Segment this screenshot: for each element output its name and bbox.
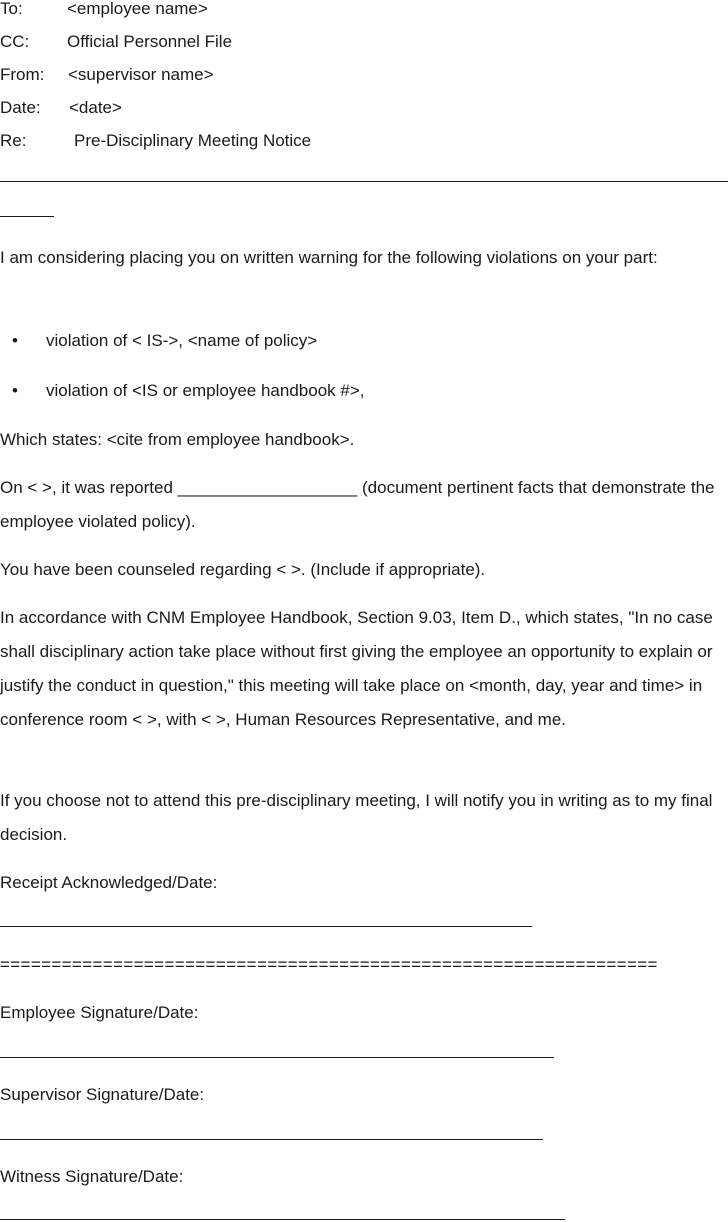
- date-label: Date:: [0, 98, 41, 117]
- date-value: <date>: [69, 98, 122, 117]
- bullet-icon: •: [12, 381, 18, 400]
- employee-signature-label: Employee Signature/Date:: [0, 1003, 199, 1022]
- to-label: To:: [0, 0, 23, 18]
- accordance-paragraph: In accordance with CNM Employee Handbook…: [0, 608, 713, 729]
- supervisor-signature-line: [0, 1139, 543, 1140]
- which-states-paragraph: Which states: <cite from employee handbo…: [0, 430, 355, 449]
- intro-paragraph: I am considering placing you on written …: [0, 248, 658, 267]
- choose-not-paragraph: If you choose not to attend this pre-dis…: [0, 791, 713, 844]
- bullet-icon: •: [12, 331, 18, 350]
- receipt-signature-line: [0, 926, 532, 927]
- supervisor-signature-label: Supervisor Signature/Date:: [0, 1085, 205, 1104]
- re-label: Re:: [0, 131, 27, 150]
- bullet-text: violation of < IS->, <name of policy>: [46, 331, 318, 350]
- cc-label: CC:: [0, 32, 30, 51]
- counseled-paragraph: You have been counseled regarding < >. (…: [0, 560, 486, 579]
- from-label: From:: [0, 65, 45, 84]
- separator-rule: ========================================…: [0, 955, 658, 974]
- from-value: <supervisor name>: [68, 65, 214, 84]
- cc-value: Official Personnel File: [67, 32, 233, 51]
- to-value: <employee name>: [67, 0, 208, 18]
- reported-paragraph: On < >, it was reported ________________…: [0, 478, 715, 531]
- witness-signature-label: Witness Signature/Date:: [0, 1167, 184, 1186]
- bullet-text: violation of <IS or employee handbook #>…: [46, 381, 365, 400]
- header-divider: [0, 181, 728, 182]
- witness-signature-line: [0, 1219, 565, 1220]
- employee-signature-line: [0, 1057, 554, 1058]
- re-value: Pre-Disciplinary Meeting Notice: [74, 131, 312, 150]
- receipt-label: Receipt Acknowledged/Date:: [0, 873, 218, 892]
- header-divider-tail: [0, 216, 54, 217]
